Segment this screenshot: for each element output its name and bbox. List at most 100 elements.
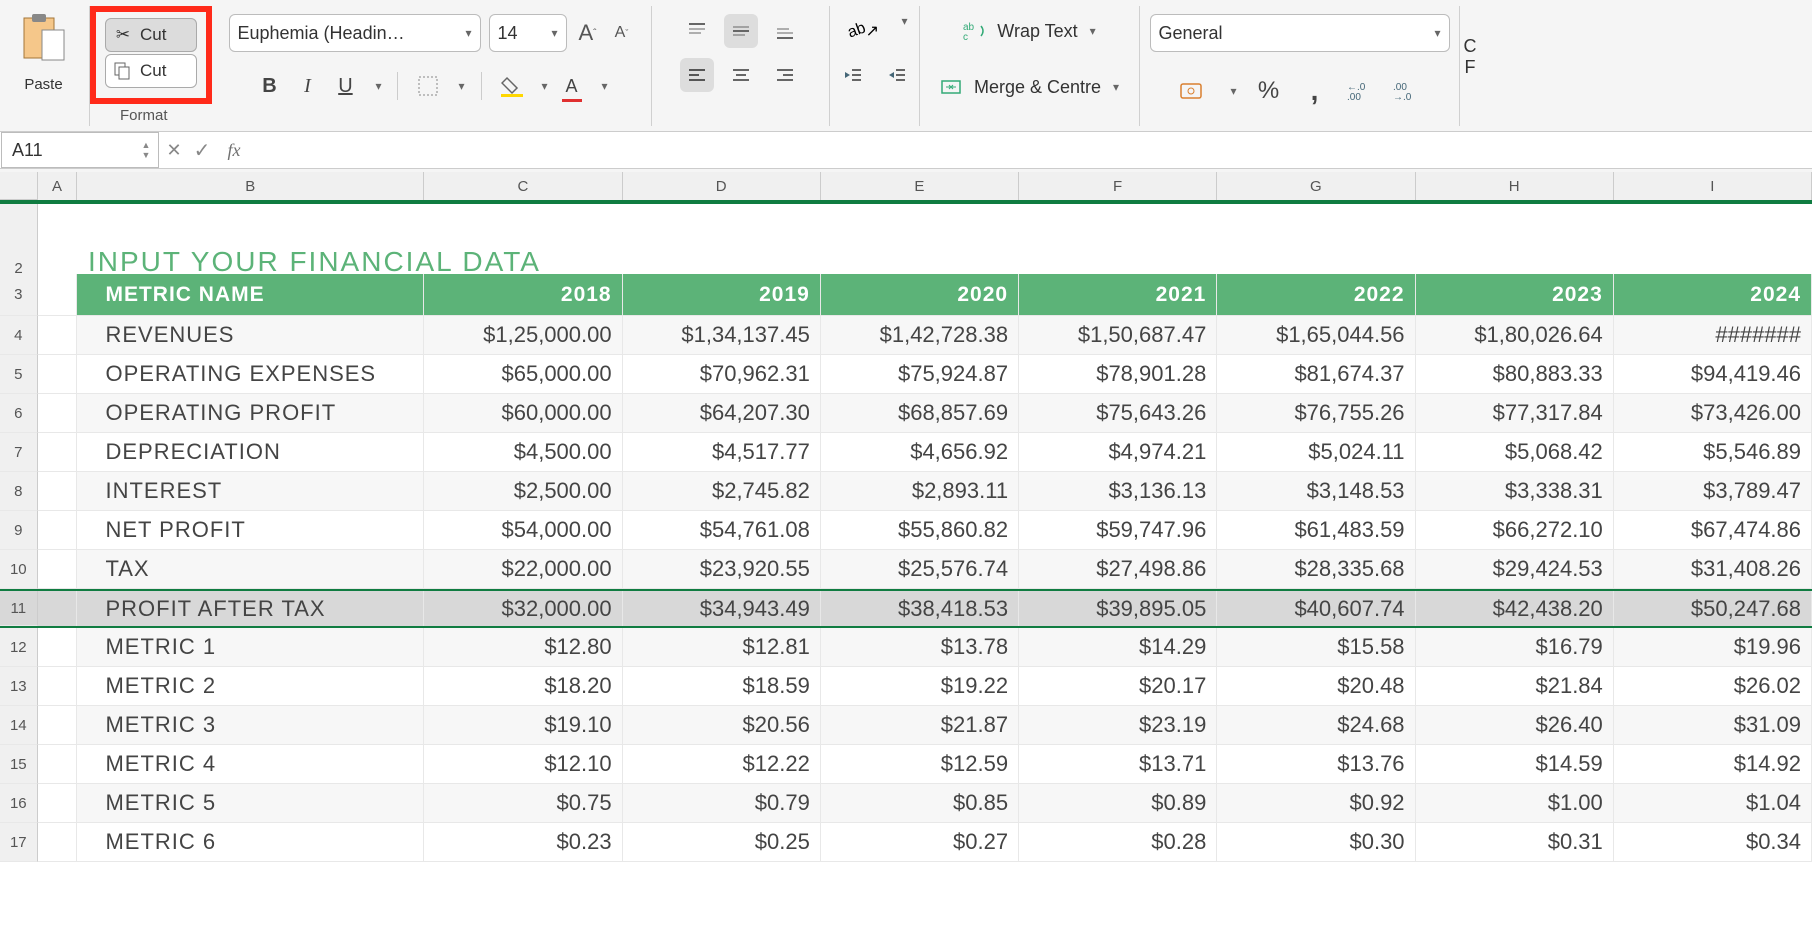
cell-E5[interactable]: $75,924.87	[821, 355, 1019, 394]
row-header-14[interactable]: 14	[0, 706, 38, 745]
chevron-down-icon[interactable]: ▾	[895, 14, 907, 48]
cell-D14[interactable]: $20.56	[623, 706, 821, 745]
decrease-font-icon[interactable]: Aˇ	[609, 20, 635, 46]
chevron-down-icon[interactable]: ▾	[1224, 84, 1236, 98]
cell-D10[interactable]: $23,920.55	[623, 550, 821, 589]
cell-G7[interactable]: $5,024.11	[1217, 433, 1415, 472]
cell-H14[interactable]: $26.40	[1416, 706, 1614, 745]
cell-I5[interactable]: $94,419.46	[1614, 355, 1812, 394]
cell-H15[interactable]: $14.59	[1416, 745, 1614, 784]
increase-indent-button[interactable]	[880, 58, 914, 92]
italic-button[interactable]: I	[293, 72, 321, 100]
cell-D12[interactable]: $12.81	[623, 628, 821, 667]
cell-F15[interactable]: $13.71	[1019, 745, 1217, 784]
row-header-4[interactable]: 4	[0, 316, 38, 355]
cell-A14[interactable]	[38, 706, 78, 745]
row-header-10[interactable]: 10	[0, 550, 38, 589]
cell-metric-10[interactable]: TAX	[77, 550, 424, 589]
row-header-8[interactable]: 8	[0, 472, 38, 511]
cell-metric-11[interactable]: PROFIT AFTER TAX	[77, 591, 424, 626]
name-box-spinner[interactable]: ▲▼	[138, 140, 154, 160]
cell-E10[interactable]: $25,576.74	[821, 550, 1019, 589]
cell-D15[interactable]: $12.22	[623, 745, 821, 784]
cell-I14[interactable]: $31.09	[1614, 706, 1812, 745]
col-header-C[interactable]: C	[424, 172, 622, 200]
cell-F11[interactable]: $39,895.05	[1019, 591, 1217, 626]
row-header-13[interactable]: 13	[0, 667, 38, 706]
orientation-button[interactable]: ab↗	[841, 14, 885, 48]
cell-E4[interactable]: $1,42,728.38	[821, 316, 1019, 355]
cell-metric-8[interactable]: INTEREST	[77, 472, 424, 511]
formula-input[interactable]	[252, 132, 1812, 168]
cell-D5[interactable]: $70,962.31	[623, 355, 821, 394]
cell-F17[interactable]: $0.28	[1019, 823, 1217, 862]
cell-H17[interactable]: $0.31	[1416, 823, 1614, 862]
cell-D7[interactable]: $4,517.77	[623, 433, 821, 472]
col-header-F[interactable]: F	[1019, 172, 1217, 200]
cell-G11[interactable]: $40,607.74	[1217, 591, 1415, 626]
cell-C4[interactable]: $1,25,000.00	[424, 316, 622, 355]
col-header-G[interactable]: G	[1217, 172, 1415, 200]
font-size-dropdown[interactable]: 14 ▾	[489, 14, 567, 52]
cell-E17[interactable]: $0.27	[821, 823, 1019, 862]
cell-G13[interactable]: $20.48	[1217, 667, 1415, 706]
cell-C12[interactable]: $12.80	[424, 628, 622, 667]
fx-icon[interactable]: fx	[216, 140, 252, 161]
cell-metric-14[interactable]: METRIC 3	[77, 706, 424, 745]
cell-I13[interactable]: $26.02	[1614, 667, 1812, 706]
align-center-button[interactable]	[724, 58, 758, 92]
cell-I4[interactable]: #######	[1614, 316, 1812, 355]
cell-F12[interactable]: $14.29	[1019, 628, 1217, 667]
fill-color-button[interactable]	[498, 72, 526, 100]
cell-A13[interactable]	[38, 667, 78, 706]
cell-A4[interactable]	[38, 316, 78, 355]
cell-I15[interactable]: $14.92	[1614, 745, 1812, 784]
align-top-button[interactable]	[680, 14, 714, 48]
bold-button[interactable]: B	[255, 72, 283, 100]
select-all-corner[interactable]	[0, 172, 38, 199]
cut-tooltip-button[interactable]: Cut	[105, 54, 197, 88]
cell-metric-17[interactable]: METRIC 6	[77, 823, 424, 862]
cell-F9[interactable]: $59,747.96	[1019, 511, 1217, 550]
row-header-12[interactable]: 12	[0, 628, 38, 667]
cell-metric-9[interactable]: NET PROFIT	[77, 511, 424, 550]
cut-button[interactable]: ✂ Cut	[105, 18, 197, 52]
chevron-down-icon[interactable]: ▾	[536, 79, 548, 93]
cell-A9[interactable]	[38, 511, 78, 550]
row-header-16[interactable]: 16	[0, 784, 38, 823]
font-color-button[interactable]: A	[558, 72, 586, 100]
cell-C13[interactable]: $18.20	[424, 667, 622, 706]
header-metric[interactable]: METRIC NAME	[77, 274, 424, 316]
cell-metric-15[interactable]: METRIC 4	[77, 745, 424, 784]
cell-C9[interactable]: $54,000.00	[424, 511, 622, 550]
align-middle-button[interactable]	[724, 14, 758, 48]
chevron-down-icon[interactable]: ▾	[596, 79, 608, 93]
cancel-icon[interactable]: ✕	[160, 140, 188, 161]
cell-H12[interactable]: $16.79	[1416, 628, 1614, 667]
cell-F7[interactable]: $4,974.21	[1019, 433, 1217, 472]
cell-D11[interactable]: $34,943.49	[623, 591, 821, 626]
merge-center-button[interactable]: Merge & Centre ▾	[940, 68, 1119, 106]
cell-E9[interactable]: $55,860.82	[821, 511, 1019, 550]
cell-G14[interactable]: $24.68	[1217, 706, 1415, 745]
currency-button[interactable]	[1178, 77, 1206, 105]
cell-G15[interactable]: $13.76	[1217, 745, 1415, 784]
cell-F8[interactable]: $3,136.13	[1019, 472, 1217, 511]
cell-C11[interactable]: $32,000.00	[424, 591, 622, 626]
cell-C6[interactable]: $60,000.00	[424, 394, 622, 433]
col-header-D[interactable]: D	[623, 172, 821, 200]
cell-C16[interactable]: $0.75	[424, 784, 622, 823]
cell-E7[interactable]: $4,656.92	[821, 433, 1019, 472]
wrap-text-button[interactable]: abc Wrap Text ▾	[963, 12, 1095, 50]
header-2024[interactable]: 2024	[1614, 274, 1812, 316]
cell-C10[interactable]: $22,000.00	[424, 550, 622, 589]
align-left-button[interactable]	[680, 58, 714, 92]
cell-D17[interactable]: $0.25	[623, 823, 821, 862]
chevron-down-icon[interactable]: ▾	[452, 79, 464, 93]
decrease-indent-button[interactable]	[836, 58, 870, 92]
cell-C15[interactable]: $12.10	[424, 745, 622, 784]
cell-F16[interactable]: $0.89	[1019, 784, 1217, 823]
cell-H4[interactable]: $1,80,026.64	[1416, 316, 1614, 355]
cell-A11[interactable]	[38, 591, 78, 626]
cell-E16[interactable]: $0.85	[821, 784, 1019, 823]
